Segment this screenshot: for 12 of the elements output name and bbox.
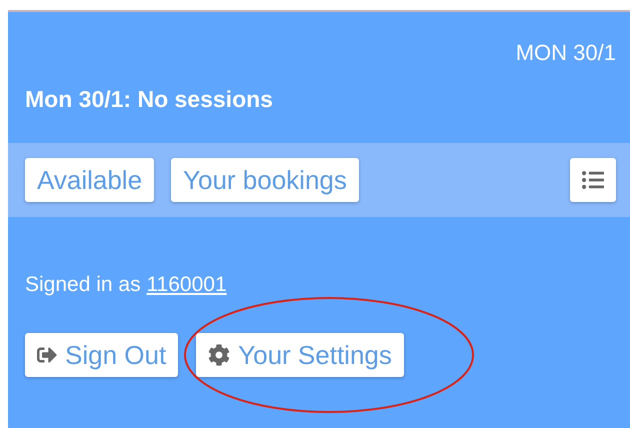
settings-button[interactable]: Your Settings <box>196 333 404 377</box>
list-button[interactable] <box>570 158 616 202</box>
settings-icon <box>208 344 230 366</box>
sign-out-button[interactable]: Sign Out <box>25 333 178 377</box>
tab-button[interactable]: Available <box>25 158 154 202</box>
signed-in-text: Signed in as 1160001 <box>25 273 228 297</box>
user-link[interactable]: 1160001 <box>146 273 227 296</box>
date-label: MON 30/1 <box>516 40 616 66</box>
sign-out-icon <box>37 345 57 365</box>
day-title: Mon 30/1: No sessions <box>25 86 274 113</box>
tab-button[interactable]: Your bookings <box>171 158 359 202</box>
list-icon <box>582 169 604 191</box>
